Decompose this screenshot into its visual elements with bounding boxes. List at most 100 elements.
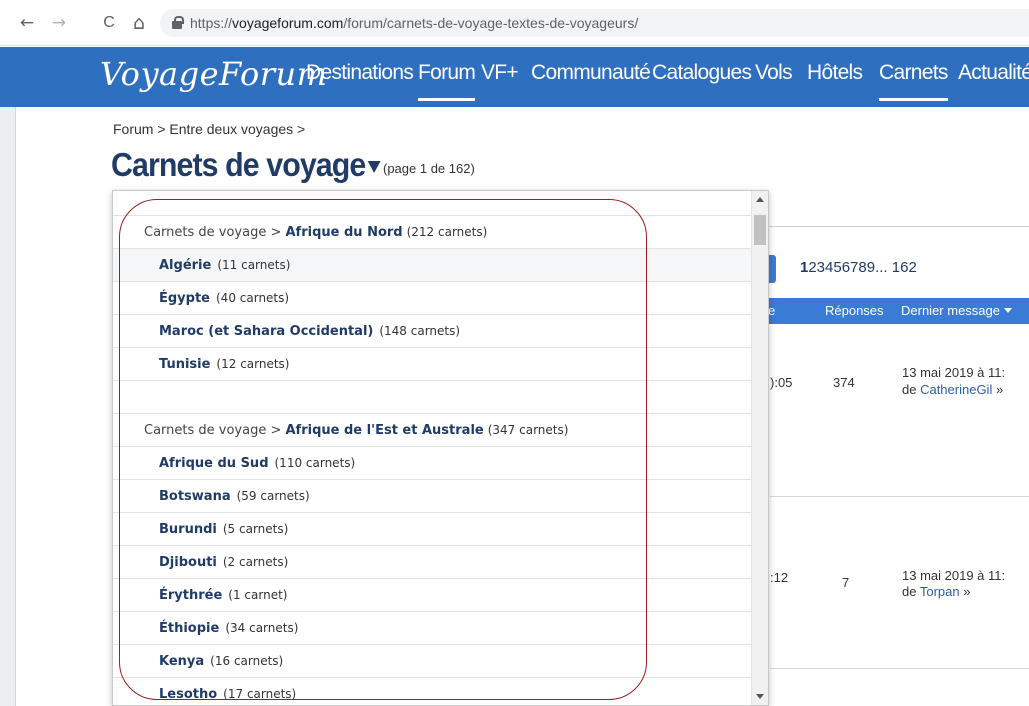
dropdown-item-count: (1 carnet) [228, 588, 288, 602]
group-header-text: Carnets de voyage > Afrique de l'Est et … [144, 423, 568, 438]
nav-hotels[interactable]: Hôtels [807, 61, 863, 85]
page-title[interactable]: Carnets de voyage [111, 145, 381, 185]
url-domain: voyageforum.com [232, 15, 344, 31]
page-root: ← → C ⌂ https://voyageforum.com/forum/ca… [0, 0, 1029, 706]
row-1-reponses: 374 [833, 375, 855, 390]
dropdown-item-count: (12 carnets) [216, 357, 290, 371]
dropdown-item-name: Érythrée [159, 588, 223, 603]
row-2-reponses: 7 [842, 575, 850, 590]
browser-toolbar: ← → C ⌂ https://voyageforum.com/forum/ca… [0, 0, 1029, 46]
row-2-date: 13 mai 2019 à 11: [902, 568, 1006, 583]
dropdown-item[interactable]: Burundi (5 carnets) [113, 513, 753, 546]
category-dropdown[interactable]: Carnets de voyage > Afrique du Nord (212 … [112, 190, 769, 706]
dropdown-item[interactable]: Botswana (59 carnets) [113, 480, 753, 513]
dropdown-item-text: Éthiopie (34 carnets) [159, 621, 298, 636]
dropdown-item-name: Maroc (et Sahara Occidental) [159, 324, 374, 339]
site-header: VoyageForum Destinations Forum VF+ Commu… [0, 47, 1029, 107]
dropdown-item-name: Kenya [159, 654, 205, 669]
page-count: (page 1 de 162) [383, 161, 475, 176]
scroll-down-arrow-icon[interactable] [756, 694, 764, 699]
dropdown-spacer [113, 191, 753, 216]
dropdown-item-text: Burundi (5 carnets) [159, 522, 288, 537]
dropdown-item-text: Érythrée (1 carnet) [159, 588, 287, 603]
row-1-by: de [902, 382, 921, 397]
group-header-text: Carnets de voyage > Afrique du Nord (212 … [144, 225, 487, 240]
home-icon[interactable]: ⌂ [128, 12, 150, 34]
dropdown-item-text: Égypte (40 carnets) [159, 291, 289, 306]
dropdown-item[interactable]: Djibouti (2 carnets) [113, 546, 753, 579]
dropdown-item-count: (148 carnets) [379, 324, 461, 338]
dropdown-item-name: Lesotho [159, 687, 218, 702]
dropdown-item[interactable]: Algérie (11 carnets) [113, 249, 753, 282]
dropdown-group-header[interactable]: Carnets de voyage > Afrique du Nord (212 … [113, 216, 753, 249]
pager-pages[interactable]: 23456789 [808, 259, 875, 276]
dropdown-item-text: Kenya (16 carnets) [159, 654, 283, 669]
row-1-time: ):05 [770, 375, 793, 390]
nav-carnets[interactable]: Carnets [879, 61, 948, 101]
group-region: Afrique du Nord [285, 225, 403, 240]
dropdown-item[interactable]: Lesotho (17 carnets) [113, 678, 753, 705]
dropdown-item[interactable]: Afrique du Sud (110 carnets) [113, 447, 753, 480]
dropdown-item-name: Djibouti [159, 555, 217, 570]
row-2-author-link[interactable]: Torpan [920, 584, 960, 599]
nav-vf-plus[interactable]: VF+ [481, 61, 519, 85]
dropdown-item-name: Burundi [159, 522, 217, 537]
dropdown-item-name: Tunisie [159, 357, 211, 372]
dropdown-item-text: Djibouti (2 carnets) [159, 555, 288, 570]
back-arrow-icon[interactable]: ← [16, 12, 38, 34]
pager-last[interactable]: 162 [892, 259, 917, 276]
col-dernier-label: Dernier message [901, 303, 1000, 318]
dropdown-item-count: (110 carnets) [274, 456, 356, 470]
col-fragment: e [768, 303, 776, 318]
dropdown-item[interactable]: Kenya (16 carnets) [113, 645, 753, 678]
forward-arrow-icon[interactable]: → [48, 12, 70, 34]
url-text: https://voyageforum.com/forum/carnets-de… [190, 15, 638, 31]
group-prefix: Carnets de voyage > [144, 225, 286, 240]
dropdown-scrollbar[interactable] [751, 191, 768, 705]
group-count: (212 carnets) [406, 225, 488, 239]
dropdown-item-name: Botswana [159, 489, 231, 504]
site-logo[interactable]: VoyageForum [100, 55, 327, 93]
dropdown-item-count: (2 carnets) [222, 555, 289, 569]
dropdown-item-count: (17 carnets) [223, 687, 297, 701]
dropdown-item[interactable]: Éthiopie (34 carnets) [113, 612, 753, 645]
dropdown-group-header[interactable]: Carnets de voyage > Afrique de l'Est et … [113, 414, 753, 447]
dropdown-spacer [113, 381, 753, 414]
nav-communaute[interactable]: Communauté [531, 61, 651, 85]
page-title-text: Carnets de voyage [111, 146, 366, 183]
nav-forum[interactable]: Forum [418, 61, 476, 101]
row-divider [770, 496, 1029, 497]
dropdown-item[interactable]: Égypte (40 carnets) [113, 282, 753, 315]
dropdown-item-text: Botswana (59 carnets) [159, 489, 310, 504]
col-reponses[interactable]: Réponses [825, 303, 884, 318]
dropdown-item-name: Afrique du Sud [159, 456, 269, 471]
reload-icon[interactable]: C [98, 12, 120, 34]
group-prefix: Carnets de voyage > [144, 423, 286, 438]
dropdown-item-count: (11 carnets) [217, 258, 291, 272]
dropdown-item[interactable]: Érythrée (1 carnet) [113, 579, 753, 612]
group-region: Afrique de l'Est et Australe [285, 423, 484, 438]
table-header: e Réponses Dernier message [760, 298, 1029, 324]
nav-catalogues[interactable]: Catalogues [652, 61, 752, 85]
dropdown-item-count: (16 carnets) [210, 654, 284, 668]
dropdown-item-count: (34 carnets) [225, 621, 299, 635]
row-1-author-line: de CatherineGil » [902, 382, 1003, 397]
nav-vols[interactable]: Vols [755, 61, 793, 85]
dropdown-item[interactable]: Tunisie (12 carnets) [113, 348, 753, 381]
pagination: 123456789... 162 [800, 259, 917, 276]
dropdown-item-text: Tunisie (12 carnets) [159, 357, 290, 372]
row-2-author-line: de Torpan » [902, 584, 970, 599]
scroll-up-arrow-icon[interactable] [756, 197, 764, 202]
col-dernier-message[interactable]: Dernier message [901, 303, 1012, 318]
dropdown-item[interactable]: Maroc (et Sahara Occidental) (148 carnets… [113, 315, 753, 348]
row-2-by: de [902, 584, 920, 599]
scrollbar-thumb[interactable] [754, 215, 766, 245]
address-bar[interactable]: https://voyageforum.com/forum/carnets-de… [160, 9, 1029, 37]
dropdown-item-text: Lesotho (17 carnets) [159, 687, 296, 702]
row-1-author-link[interactable]: CatherineGil [920, 382, 992, 397]
breadcrumb[interactable]: Forum > Entre deux voyages > [113, 121, 305, 137]
nav-destinations[interactable]: Destinations [306, 61, 414, 85]
nav-actualite[interactable]: Actualité [958, 61, 1029, 85]
caret-down-icon[interactable] [368, 161, 381, 173]
pager-ellipsis: ... [875, 259, 888, 276]
